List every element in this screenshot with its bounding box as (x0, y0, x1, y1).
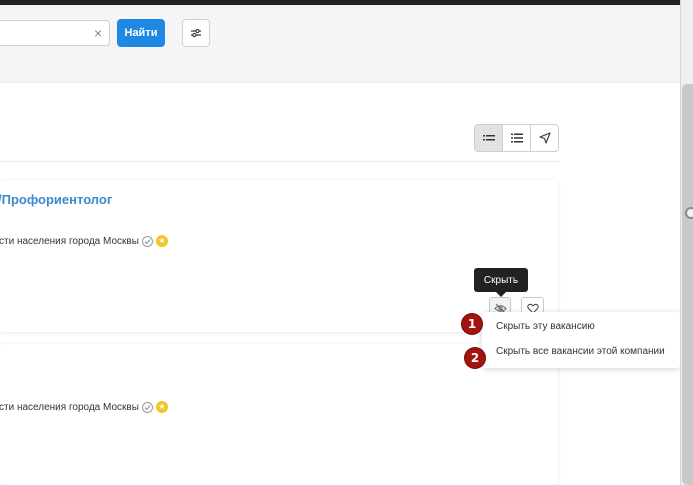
hide-tooltip: Скрыть (474, 268, 528, 292)
vacancy-title-link[interactable]: /Профориентолог (0, 192, 112, 207)
clear-icon[interactable]: × (94, 25, 102, 41)
verified-icon (141, 401, 153, 413)
menu-item-hide-vacancy[interactable]: Скрыть эту вакансию (496, 321, 595, 332)
tooltip-arrow (496, 292, 506, 297)
map-pin-icon (538, 132, 551, 144)
vacancy-card: /Профориентолог сти населения города Мос… (0, 180, 558, 332)
star-badge-icon: ★ (155, 235, 168, 247)
scroll-handle-icon[interactable] (685, 207, 693, 219)
search-button[interactable]: Найти (117, 19, 165, 47)
hide-options-menu: Скрыть эту вакансию Скрыть все вакансии … (482, 312, 680, 368)
scrollbar-thumb[interactable] (682, 84, 693, 485)
step-marker-1: 1 (462, 314, 482, 334)
star-badge-icon: ★ (155, 401, 168, 413)
view-mode-switcher (474, 124, 559, 152)
sliders-icon (191, 28, 201, 38)
company-name[interactable]: сти населения города Москвы (0, 236, 139, 247)
view-list-button[interactable] (503, 125, 531, 151)
menu-item-hide-company-vacancies[interactable]: Скрыть все вакансии этой компании (496, 346, 665, 357)
company-line: сти населения города Москвы ★ (0, 401, 168, 413)
filters-button[interactable] (182, 19, 210, 47)
company-name[interactable]: сти населения города Москвы (0, 402, 139, 413)
view-map-button[interactable] (531, 125, 558, 151)
step-marker-2: 2 (465, 348, 485, 368)
list-compact-icon (482, 135, 495, 141)
company-line: сти населения города Москвы ★ (0, 235, 168, 247)
list-icon (510, 133, 523, 143)
section-divider (0, 161, 560, 162)
verified-icon (141, 235, 153, 247)
view-compact-list-button[interactable] (475, 125, 503, 151)
search-panel: × Найти (0, 5, 680, 83)
